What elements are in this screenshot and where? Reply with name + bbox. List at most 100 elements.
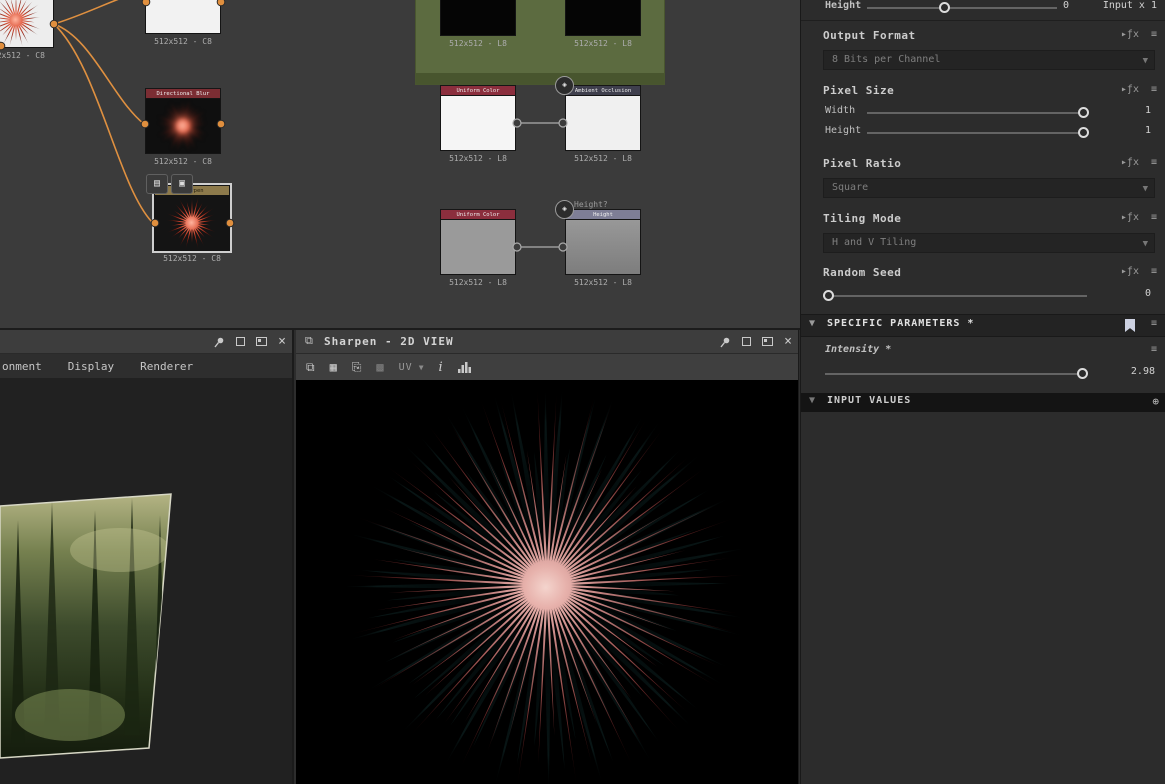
pixel-width-value[interactable]: 1 [1145,105,1151,116]
intensity-slider[interactable] [825,368,1088,379]
function-icon[interactable]: ▸ƒx [1121,157,1139,168]
panel-window-icon: ⧉ [305,334,313,347]
intensity-label: Intensity * [825,344,892,355]
chevron-down-icon: ▼ [809,318,816,329]
add-input-icon[interactable]: ⊕ [1152,395,1159,408]
save-icon[interactable]: ▦ [330,360,337,374]
menu-item-environment[interactable]: onment [2,360,42,373]
close-icon[interactable]: × [278,335,286,348]
slider-knob[interactable] [823,290,834,301]
3d-material-badge-cube-icon[interactable]: ◈ [555,200,574,219]
slider-knob[interactable] [939,2,951,13]
graph-node[interactable]: 512x512 - L8 [565,0,641,48]
node-caption: 512x512 - L8 [449,278,507,287]
options-menu-icon[interactable]: ≡ [1151,318,1157,329]
chevron-down-icon: ▼ [809,395,816,406]
transform-tool-icon[interactable]: ▩ [376,360,383,374]
node-graph-panel[interactable]: 512x512 - C8 512x512 - C8 Directional Bl… [0,0,800,330]
options-menu-icon[interactable]: ≡ [1151,266,1157,277]
info-icon[interactable]: i [439,360,443,375]
options-menu-icon[interactable]: ≡ [1151,212,1157,223]
3d-material-badge-cube-icon[interactable]: ◈ [555,76,574,95]
random-seed-value[interactable]: 0 [1145,288,1151,299]
pin-icon[interactable] [213,336,225,348]
options-menu-icon[interactable]: ≡ [1151,29,1157,40]
float-window-icon[interactable] [236,337,246,346]
graph-node-directional-blur[interactable]: Directional Blur 512x512 - C8 [145,88,221,166]
view-2d-viewport[interactable] [296,380,798,784]
specific-parameters-section[interactable]: ▼ SPECIFIC PARAMETERS * ≡ [801,314,1165,337]
graph-node[interactable]: 512x512 - C8 [145,0,221,46]
view-2d-titlebar[interactable]: ⧉ Sharpen - 2D VIEW × [296,330,798,354]
chevron-down-icon: ▼ [1142,239,1148,249]
random-seed-header: Random Seed [823,266,902,279]
uv-mode-dropdown[interactable]: UV [399,362,413,373]
float-window-icon[interactable] [742,337,752,346]
graph-node-uniform-color[interactable]: Uniform Color 512x512 - L8 [440,209,516,287]
graph-node-height[interactable]: Height 512x512 - L8 [565,209,641,287]
view-3d-titlebar[interactable]: × [0,330,292,354]
function-icon[interactable]: ▸ƒx [1121,84,1139,95]
view-3d-panel: × onment Display Renderer [0,330,294,784]
input-values-section[interactable]: ▼ INPUT VALUES ⊕ [801,393,1165,412]
bookmark-icon[interactable] [1125,319,1135,332]
view-2d-toolbar: ⧉ ▦ ⎘ ▩ UV ▼ i [296,354,798,381]
graph-node-uniform-color[interactable]: Uniform Color 512x512 - L8 [440,85,516,163]
view-2d-panel: ⧉ Sharpen - 2D VIEW × ⧉ ▦ ⎘ ▩ UV ▼ i [296,330,799,784]
node-header: Uniform Color [440,85,516,95]
height-param-slider[interactable] [867,2,1057,13]
node-caption: 512x512 - L8 [574,154,632,163]
maximize-window-icon[interactable] [762,337,774,346]
node-action-frame-icon[interactable]: ▣ [171,174,193,194]
node-caption: 512x512 - C8 [154,157,212,166]
view-3d-menubar: onment Display Renderer [0,354,292,379]
options-menu-icon[interactable]: ≡ [1151,344,1157,355]
histogram-icon[interactable] [457,361,472,373]
random-seed-slider[interactable] [823,290,1087,301]
menu-item-renderer[interactable]: Renderer [140,360,193,373]
copy-icon[interactable]: ⎘ [352,360,362,375]
application-window: 512x512 - C8 512x512 - C8 Directional Bl… [0,0,1165,784]
pixel-height-value[interactable]: 1 [1145,125,1151,136]
node-caption: 512x512 - L8 [574,39,632,48]
tiling-mode-dropdown[interactable]: H and V Tiling ▼ [823,233,1155,253]
slider-knob[interactable] [1078,107,1089,118]
function-icon[interactable]: ▸ƒx [1121,212,1139,223]
height-param-label: Height [825,0,862,11]
node-ghost-label: Height? [574,200,608,209]
pin-icon[interactable] [719,336,731,348]
node-caption: 512x512 - L8 [574,278,632,287]
node-action-document-icon[interactable]: ▤ [146,174,168,194]
pixel-width-slider[interactable] [867,107,1089,118]
view-3d-viewport[interactable] [0,378,292,784]
view-2d-title: Sharpen - 2D VIEW [324,335,454,348]
slider-knob[interactable] [1078,127,1089,138]
chevron-down-icon[interactable]: ▼ [419,363,424,372]
maximize-window-icon[interactable] [256,337,268,346]
height-param-value[interactable]: 0 [1063,0,1069,11]
display-options-icon[interactable]: ⧉ [306,360,315,375]
chevron-down-icon: ▼ [1142,56,1148,66]
close-icon[interactable]: × [784,335,792,348]
pixel-height-slider[interactable] [867,127,1089,138]
function-icon[interactable]: ▸ƒx [1121,266,1139,277]
function-icon[interactable]: ▸ƒx [1121,29,1139,40]
node-header: Ambient Occlusion [565,85,641,95]
intensity-value[interactable]: 2.98 [1131,366,1155,377]
height-input-suffix: Input x 1 [1102,0,1157,11]
graph-node-sharpen[interactable]: Sharpen 512x512 - C8 [152,183,232,263]
node-caption: 512x512 - C8 [0,51,45,60]
graph-node[interactable]: 512x512 - C8 [0,0,54,60]
slider-knob[interactable] [1077,368,1088,379]
menu-item-display[interactable]: Display [68,360,114,373]
node-thumbnail [0,0,43,47]
pixel-height-label: Height [825,125,862,136]
node-header: Directional Blur [145,88,221,98]
pixel-ratio-dropdown[interactable]: Square ▼ [823,178,1155,198]
output-format-dropdown[interactable]: 8 Bits per Channel ▼ [823,50,1155,70]
graph-node-ambient-occlusion[interactable]: Ambient Occlusion 512x512 - L8 [565,85,641,163]
graph-node[interactable]: 512x512 - L8 [440,0,516,48]
node-caption: 512x512 - C8 [154,37,212,46]
options-menu-icon[interactable]: ≡ [1151,157,1157,168]
options-menu-icon[interactable]: ≡ [1151,84,1157,95]
